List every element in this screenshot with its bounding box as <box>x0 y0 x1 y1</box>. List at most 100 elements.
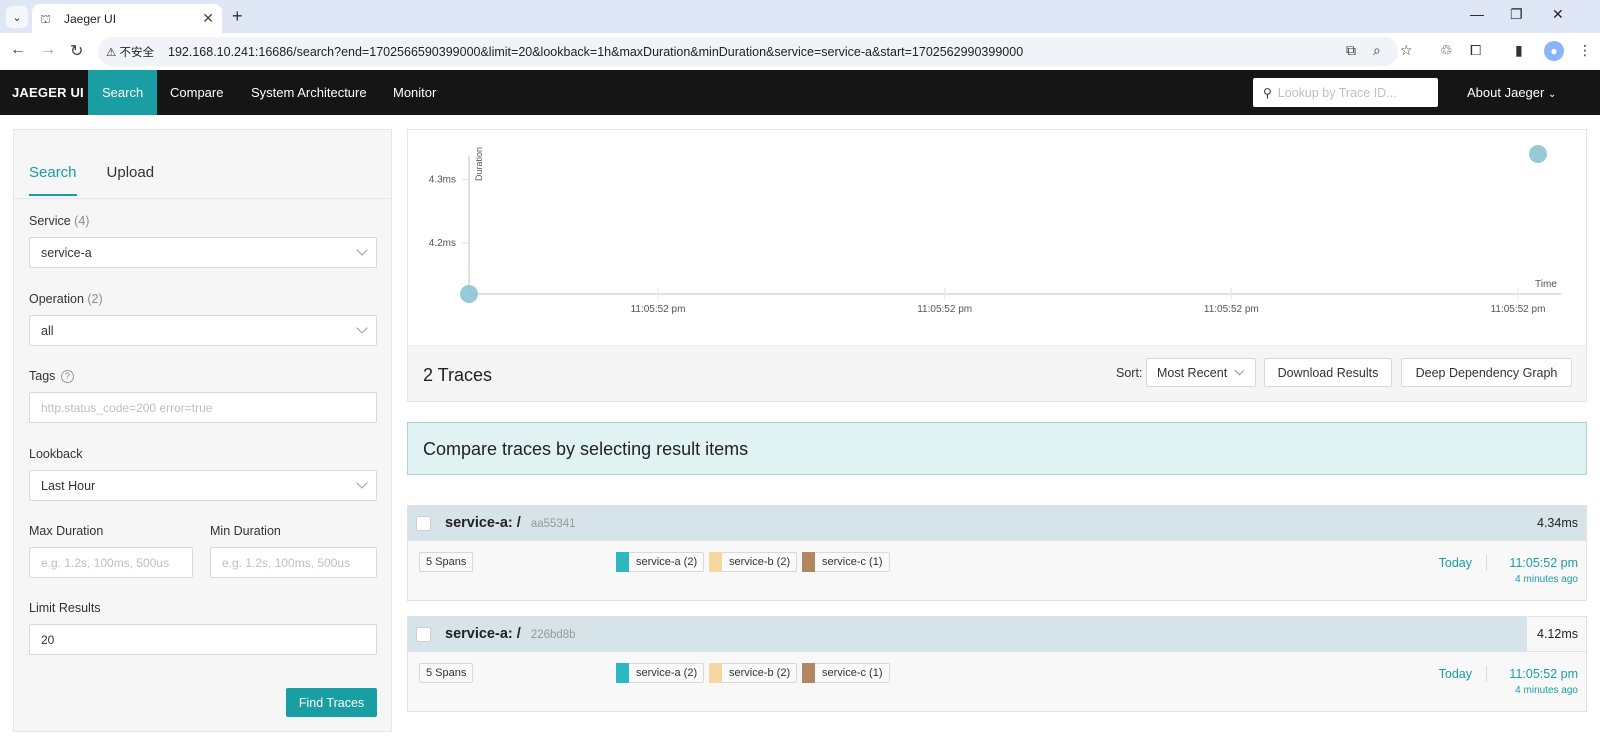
trace-point[interactable] <box>1529 145 1547 163</box>
trace-id-lookup-input[interactable] <box>1277 85 1428 100</box>
about-jaeger-label: About Jaeger <box>1467 85 1545 100</box>
restore-window-icon[interactable]: ❐ <box>1510 6 1523 23</box>
find-traces-button[interactable]: Find Traces <box>286 688 377 717</box>
service-tag-label: service-a (2) <box>636 556 698 568</box>
service-color-swatch <box>802 663 815 683</box>
new-tab-plus-icon[interactable]: + <box>232 6 243 27</box>
tab-list-chevron-icon[interactable]: ⌄ <box>6 6 28 28</box>
x-axis-label: Time <box>1535 279 1557 290</box>
jaeger-top-nav: JAEGER UI Search Compare System Architec… <box>0 70 1600 115</box>
trace-point[interactable] <box>460 285 478 303</box>
close-tab-icon[interactable]: ✕ <box>202 10 214 27</box>
trace-date: Today <box>1438 667 1472 681</box>
trace-select-checkbox[interactable] <box>416 627 431 642</box>
trace-duration: 4.12ms <box>1537 627 1578 641</box>
bookmark-star-icon[interactable]: ☆ <box>1400 42 1413 59</box>
service-color-swatch <box>616 663 629 683</box>
profile-avatar-icon[interactable]: ● <box>1544 41 1564 61</box>
x-tick-label: 11:05:52 pm <box>1491 304 1546 315</box>
tags-label-text: Tags <box>29 369 56 383</box>
chevron-down-icon <box>356 322 368 334</box>
operation-select[interactable]: all <box>29 315 377 346</box>
traces-count: 2 Traces <box>423 365 493 385</box>
url-text[interactable]: 192.168.10.241:16686/search?end=17025665… <box>168 45 1023 59</box>
trace-service-name: service-a: <box>445 515 513 531</box>
trace-select-checkbox[interactable] <box>416 516 431 531</box>
url-omnibox[interactable]: ⚠ 不安全 192.168.10.241:16686/search?end=17… <box>98 37 1398 66</box>
trace-scatter-plot: Duration Time 4.2ms 4.3ms 11:05:52 pm 11:0… <box>407 129 1587 345</box>
limit-results-input[interactable] <box>29 624 377 655</box>
not-secure-indicator[interactable]: ⚠ 不安全 <box>106 44 154 60</box>
minimize-window-icon[interactable]: — <box>1470 6 1484 22</box>
operation-select-value: all <box>41 323 54 338</box>
y-tick-label: 4.2ms <box>429 238 456 249</box>
nav-monitor[interactable]: Monitor <box>379 70 450 115</box>
jaeger-brand-logo[interactable]: JAEGER UI <box>12 70 84 115</box>
lookback-select-value: Last Hour <box>41 478 96 493</box>
trace-result-item[interactable]: service-a: / aa55341 4.34ms 5 Spans serv… <box>407 505 1587 601</box>
extension-icon[interactable]: ♲ <box>1440 42 1453 59</box>
service-tag-label: service-c (1) <box>822 556 883 568</box>
jaeger-favicon-icon: ⛫ <box>40 11 52 26</box>
side-panel-icon[interactable]: ▮ <box>1515 42 1523 59</box>
help-question-icon[interactable]: ? <box>60 370 74 383</box>
browser-tab[interactable]: ⛫ Jaeger UI ✕ <box>32 4 222 33</box>
trace-title[interactable]: service-a: / aa55341 <box>445 515 576 531</box>
tab-upload[interactable]: Upload <box>107 164 155 196</box>
download-results-button[interactable]: Download Results <box>1264 358 1392 387</box>
about-jaeger-menu[interactable]: About Jaeger ⌄ <box>1467 70 1556 115</box>
trace-id-lookup[interactable]: ⚲ <box>1253 78 1438 107</box>
nav-search[interactable]: Search <box>88 70 158 115</box>
browser-tab-bar: ⌄ ⛫ Jaeger UI ✕ + — ❐ ✕ <box>0 0 1600 33</box>
sort-select-value: Most Recent <box>1157 365 1228 380</box>
service-tag-label: service-c (1) <box>822 667 883 679</box>
tags-input[interactable] <box>29 392 377 423</box>
chevron-down-icon <box>356 244 368 256</box>
date-time-divider <box>1486 666 1487 682</box>
trace-result-item[interactable]: service-a: / 226bd8b 4.12ms 5 Spans serv… <box>407 616 1587 712</box>
spans-count-badge: 5 Spans <box>419 663 474 683</box>
chevron-down-icon <box>1234 365 1245 376</box>
max-duration-input[interactable] <box>29 547 193 578</box>
forward-arrow-icon[interactable]: → <box>40 41 56 59</box>
service-tag: service-a (2) <box>616 663 705 683</box>
trace-relative-time: 4 minutes ago <box>1515 685 1578 696</box>
service-count: (4) <box>74 214 90 228</box>
trace-service-name: service-a: <box>445 626 513 642</box>
service-select[interactable]: service-a <box>29 237 377 268</box>
search-form-panel: Search Upload Service (4) service-a Oper… <box>13 129 392 732</box>
nav-system-architecture[interactable]: System Architecture <box>237 70 381 115</box>
back-arrow-icon[interactable]: ← <box>10 41 26 59</box>
lookback-select[interactable]: Last Hour <box>29 470 377 501</box>
trace-date: Today <box>1438 556 1472 570</box>
compare-banner-text: Compare traces by selecting result items <box>423 439 749 459</box>
service-tag-label: service-b (2) <box>729 667 791 679</box>
deep-dependency-graph-button[interactable]: Deep Dependency Graph <box>1401 358 1572 387</box>
service-label-text: Service <box>29 214 71 228</box>
not-secure-label: 不安全 <box>119 46 155 59</box>
chevron-down-icon <box>356 477 368 489</box>
trace-duration: 4.34ms <box>1537 516 1578 530</box>
trace-title[interactable]: service-a: / 226bd8b <box>445 626 576 642</box>
sort-label: Sort: <box>1116 366 1143 380</box>
tab-search[interactable]: Search <box>29 164 77 196</box>
trace-relative-time: 4 minutes ago <box>1515 574 1578 585</box>
date-time-divider <box>1486 555 1487 571</box>
sort-select[interactable]: Most Recent <box>1146 358 1256 387</box>
puzzle-extensions-icon[interactable]: ⧠ <box>1470 42 1481 59</box>
nav-compare[interactable]: Compare <box>156 70 237 115</box>
compare-banner: Compare traces by selecting result items <box>407 422 1587 475</box>
service-tag-label: service-a (2) <box>636 667 698 679</box>
zoom-icon[interactable]: ⌕ <box>1373 42 1381 59</box>
search-form-tabs: Search Upload <box>29 164 184 196</box>
browser-menu-icon[interactable]: ⋮ <box>1578 42 1592 59</box>
min-duration-input[interactable] <box>210 547 377 578</box>
close-window-icon[interactable]: ✕ <box>1552 6 1564 23</box>
lookback-label: Lookback <box>29 447 83 461</box>
translate-icon[interactable]: ⧉ <box>1346 42 1356 59</box>
trace-id: aa55341 <box>530 518 576 530</box>
reload-icon[interactable]: ↻ <box>70 41 83 61</box>
tags-label: Tags ? <box>29 369 74 383</box>
results-header: 2 Traces Sort: Most Recent Download Resu… <box>407 345 1587 402</box>
operation-label-text: Operation <box>29 292 84 306</box>
